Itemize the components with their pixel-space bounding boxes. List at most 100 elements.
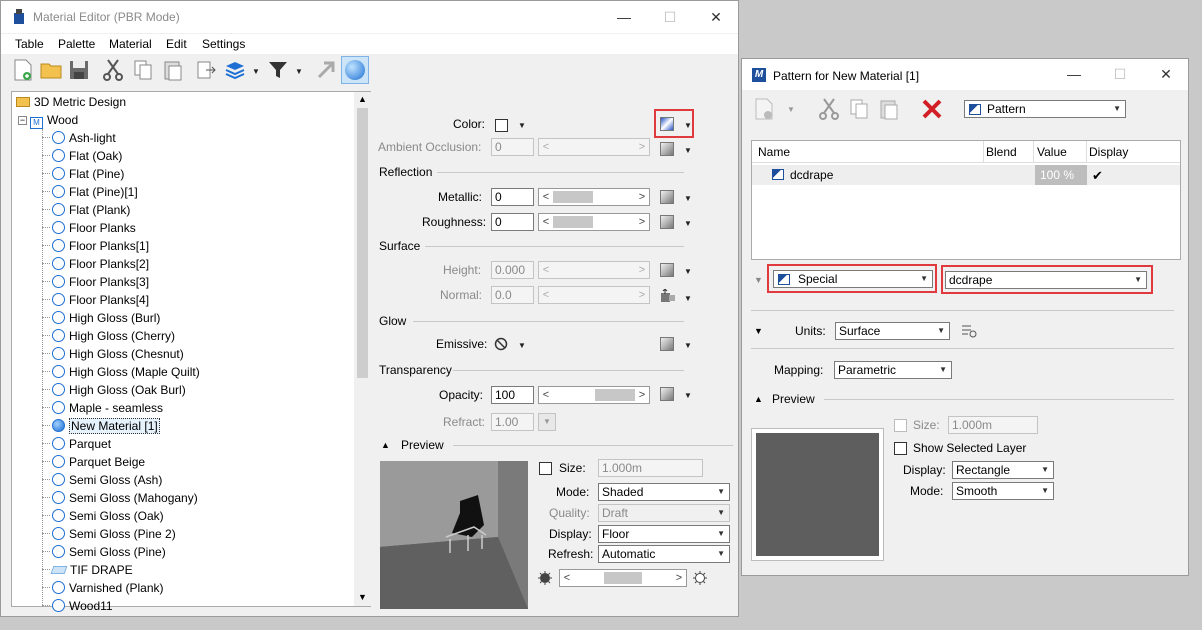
opacity-slider[interactable]: < > (538, 386, 650, 404)
filter-icon[interactable] (266, 58, 290, 82)
pattern-size-input[interactable]: 1.000m (948, 416, 1038, 434)
roughness-slider[interactable]: < > (538, 213, 650, 231)
pattern-type-toolbar-select[interactable]: Pattern (964, 100, 1126, 118)
tree-item[interactable]: Varnished (Plank) (42, 579, 164, 597)
tree-item[interactable]: New Material [1] (42, 417, 160, 435)
assign-icon[interactable] (314, 58, 338, 82)
tree-item[interactable]: Maple - seamless (42, 399, 163, 417)
table-row[interactable]: dcdrape 100 % ✔ (752, 165, 1180, 185)
col-value[interactable]: Value (1037, 145, 1067, 159)
col-name[interactable]: Name (758, 145, 790, 159)
tree-item[interactable]: Flat (Oak) (42, 147, 122, 165)
preview-quality-select[interactable]: Draft (598, 504, 730, 522)
metallic-map-dropdown-icon[interactable]: ▼ (684, 194, 692, 203)
menu-table[interactable]: Table (15, 37, 44, 51)
maximize-button[interactable]: ☐ (647, 1, 693, 33)
emissive-map-dropdown-icon[interactable]: ▼ (684, 341, 692, 350)
tree-item[interactable]: TIF DRAPE (42, 561, 133, 579)
sphere-preview-button[interactable] (341, 56, 369, 84)
mapping-select[interactable]: Parametric (834, 361, 952, 379)
collapse-icon[interactable]: − (18, 116, 27, 125)
refract-dropdown-icon[interactable]: ▼ (538, 413, 556, 431)
tree-item[interactable]: Floor Planks[4] (42, 291, 149, 309)
close-button[interactable]: ✕ (693, 1, 739, 33)
scroll-up-icon[interactable]: ▲ (358, 94, 367, 104)
height-map-icon[interactable] (660, 263, 674, 277)
tree-item[interactable]: Ash-light (42, 129, 116, 147)
tree-root[interactable]: 3D Metric Design (16, 93, 126, 111)
height-map-dropdown-icon[interactable]: ▼ (684, 267, 692, 276)
normal-map-dropdown-icon[interactable]: ▼ (684, 294, 692, 303)
tree-group-wood[interactable]: − M Wood (18, 111, 78, 129)
tree-item[interactable]: High Gloss (Chesnut) (42, 345, 184, 363)
menu-settings[interactable]: Settings (202, 37, 245, 51)
tree-item[interactable]: Parquet (42, 435, 111, 453)
tree-item[interactable]: Parquet Beige (42, 453, 145, 471)
height-input[interactable]: 0.000 (491, 261, 534, 279)
row-value[interactable]: 100 % (1035, 165, 1087, 185)
refract-input[interactable]: 1.00 (491, 413, 534, 431)
light-bright-icon[interactable] (693, 571, 707, 585)
menu-edit[interactable]: Edit (166, 37, 187, 51)
preview-size-checkbox[interactable] (539, 462, 552, 475)
layers-icon[interactable] (223, 58, 247, 82)
pattern-maximize-button[interactable]: ☐ (1097, 59, 1143, 90)
row-display-check[interactable]: ✔ (1092, 168, 1103, 184)
tree-item[interactable]: Floor Planks[1] (42, 237, 149, 255)
cut-icon[interactable] (817, 97, 841, 121)
col-blend[interactable]: Blend (986, 145, 1017, 159)
opacity-map-dropdown-icon[interactable]: ▼ (684, 391, 692, 400)
scroll-down-icon[interactable]: ▼ (358, 592, 367, 602)
tree-item[interactable]: Flat (Pine) (42, 165, 124, 183)
tree-item[interactable]: Semi Gloss (Oak) (42, 507, 164, 525)
tree-item[interactable]: Flat (Plank) (42, 201, 130, 219)
ambient-slider[interactable]: < > (538, 138, 650, 156)
tree-item[interactable]: Floor Planks (42, 219, 136, 237)
tree-item[interactable]: High Gloss (Maple Quilt) (42, 363, 200, 381)
tree-item[interactable]: Floor Planks[3] (42, 273, 149, 291)
menu-palette[interactable]: Palette (58, 37, 95, 51)
color-dropdown-icon[interactable]: ▼ (518, 121, 526, 130)
emissive-none-icon[interactable] (494, 337, 508, 351)
tree-item[interactable]: High Gloss (Burl) (42, 309, 160, 327)
tree-item[interactable]: Semi Gloss (Mahogany) (42, 489, 198, 507)
opacity-map-icon[interactable] (660, 387, 674, 401)
copy-icon[interactable] (131, 58, 155, 82)
emissive-dropdown-icon[interactable]: ▼ (518, 341, 526, 350)
new-file-icon[interactable] (11, 58, 35, 82)
tree-item[interactable]: Flat (Pine)[1] (42, 183, 138, 201)
add-layer-dropdown-icon[interactable]: ▼ (787, 105, 795, 114)
cut-icon[interactable] (101, 58, 125, 82)
scroll-thumb[interactable] (357, 108, 368, 378)
emissive-map-icon[interactable] (660, 337, 674, 351)
opacity-input[interactable]: 100 (491, 386, 534, 404)
copy-icon[interactable] (847, 97, 871, 121)
tree-item[interactable]: Semi Gloss (Ash) (42, 471, 162, 489)
material-editor-titlebar[interactable]: Material Editor (PBR Mode) — ☐ ✕ (1, 1, 738, 33)
col-display[interactable]: Display (1089, 145, 1128, 159)
preview-collapse-icon[interactable]: ▲ (381, 440, 390, 450)
preview-refresh-select[interactable]: Automatic (598, 545, 730, 563)
menu-material[interactable]: Material (109, 37, 152, 51)
pattern-close-button[interactable]: ✕ (1143, 59, 1189, 90)
tree-item[interactable]: Semi Gloss (Pine) (42, 543, 166, 561)
ambient-map-dropdown-icon[interactable]: ▼ (684, 146, 692, 155)
export-icon[interactable] (194, 58, 218, 82)
metallic-input[interactable]: 0 (491, 188, 534, 206)
layer-expand-icon[interactable]: ▼ (754, 275, 763, 285)
add-layer-icon[interactable] (752, 97, 776, 121)
pattern-size-checkbox[interactable] (894, 419, 907, 432)
normal-map-icon[interactable] (660, 289, 676, 303)
tree-scrollbar[interactable]: ▲ ▼ (354, 92, 371, 606)
tree-item[interactable]: High Gloss (Oak Burl) (42, 381, 186, 399)
pattern-titlebar[interactable]: M Pattern for New Material [1] — ☐ ✕ (742, 59, 1188, 90)
pattern-minimize-button[interactable]: — (1051, 59, 1097, 90)
color-swatch[interactable] (495, 119, 508, 132)
light-dark-icon[interactable] (538, 571, 552, 585)
pattern-display-select[interactable]: Rectangle (952, 461, 1054, 479)
delete-icon[interactable] (920, 97, 944, 121)
show-layer-checkbox[interactable] (894, 442, 907, 455)
roughness-input[interactable]: 0 (491, 213, 534, 231)
material-tree[interactable]: 3D Metric Design − M Wood Ash-light Flat (O… (11, 91, 371, 613)
ambient-input[interactable]: 0 (491, 138, 534, 156)
